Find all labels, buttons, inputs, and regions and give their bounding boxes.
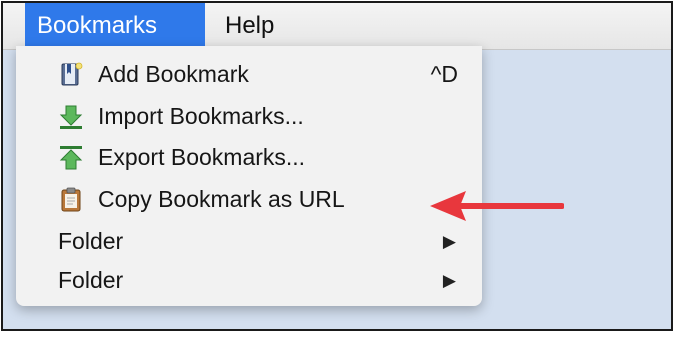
menu-item-label: Folder <box>58 228 124 254</box>
bookmark-book-icon <box>61 62 83 86</box>
menu-help[interactable]: Help <box>213 3 286 49</box>
menu-item-export-bookmarks[interactable]: Export Bookmarks... <box>16 141 482 174</box>
menu-item-folder[interactable]: Folder ▶ <box>16 264 482 297</box>
menu-item-label: Copy Bookmark as URL <box>98 186 345 212</box>
red-arrow-icon <box>430 191 564 221</box>
menu-item-add-bookmark[interactable]: Add Bookmark ^D <box>16 58 482 91</box>
submenu-arrow-icon: ▶ <box>442 232 456 251</box>
clipboard-icon <box>61 187 81 212</box>
menu-item-label: Add Bookmark <box>98 61 249 87</box>
bookmarks-dropdown-menu: Add Bookmark ^D Import Bookmarks... Expo… <box>16 46 482 306</box>
import-down-arrow-icon <box>59 105 83 129</box>
submenu-arrow-icon: ▶ <box>442 271 456 290</box>
export-up-arrow-icon <box>59 146 83 170</box>
menu-item-label: Export Bookmarks... <box>98 144 306 170</box>
menu-item-import-bookmarks[interactable]: Import Bookmarks... <box>16 100 482 133</box>
menu-item-label: Import Bookmarks... <box>98 103 304 129</box>
menu-item-label: Folder <box>58 267 124 293</box>
keyboard-shortcut: ^D <box>430 61 458 87</box>
menu-bar: Bookmarks Help <box>3 3 671 50</box>
menu-bookmarks[interactable]: Bookmarks <box>25 3 205 49</box>
menu-item-copy-bookmark-as-url[interactable]: Copy Bookmark as URL <box>16 183 482 216</box>
menu-item-folder[interactable]: Folder ▶ <box>16 225 482 258</box>
